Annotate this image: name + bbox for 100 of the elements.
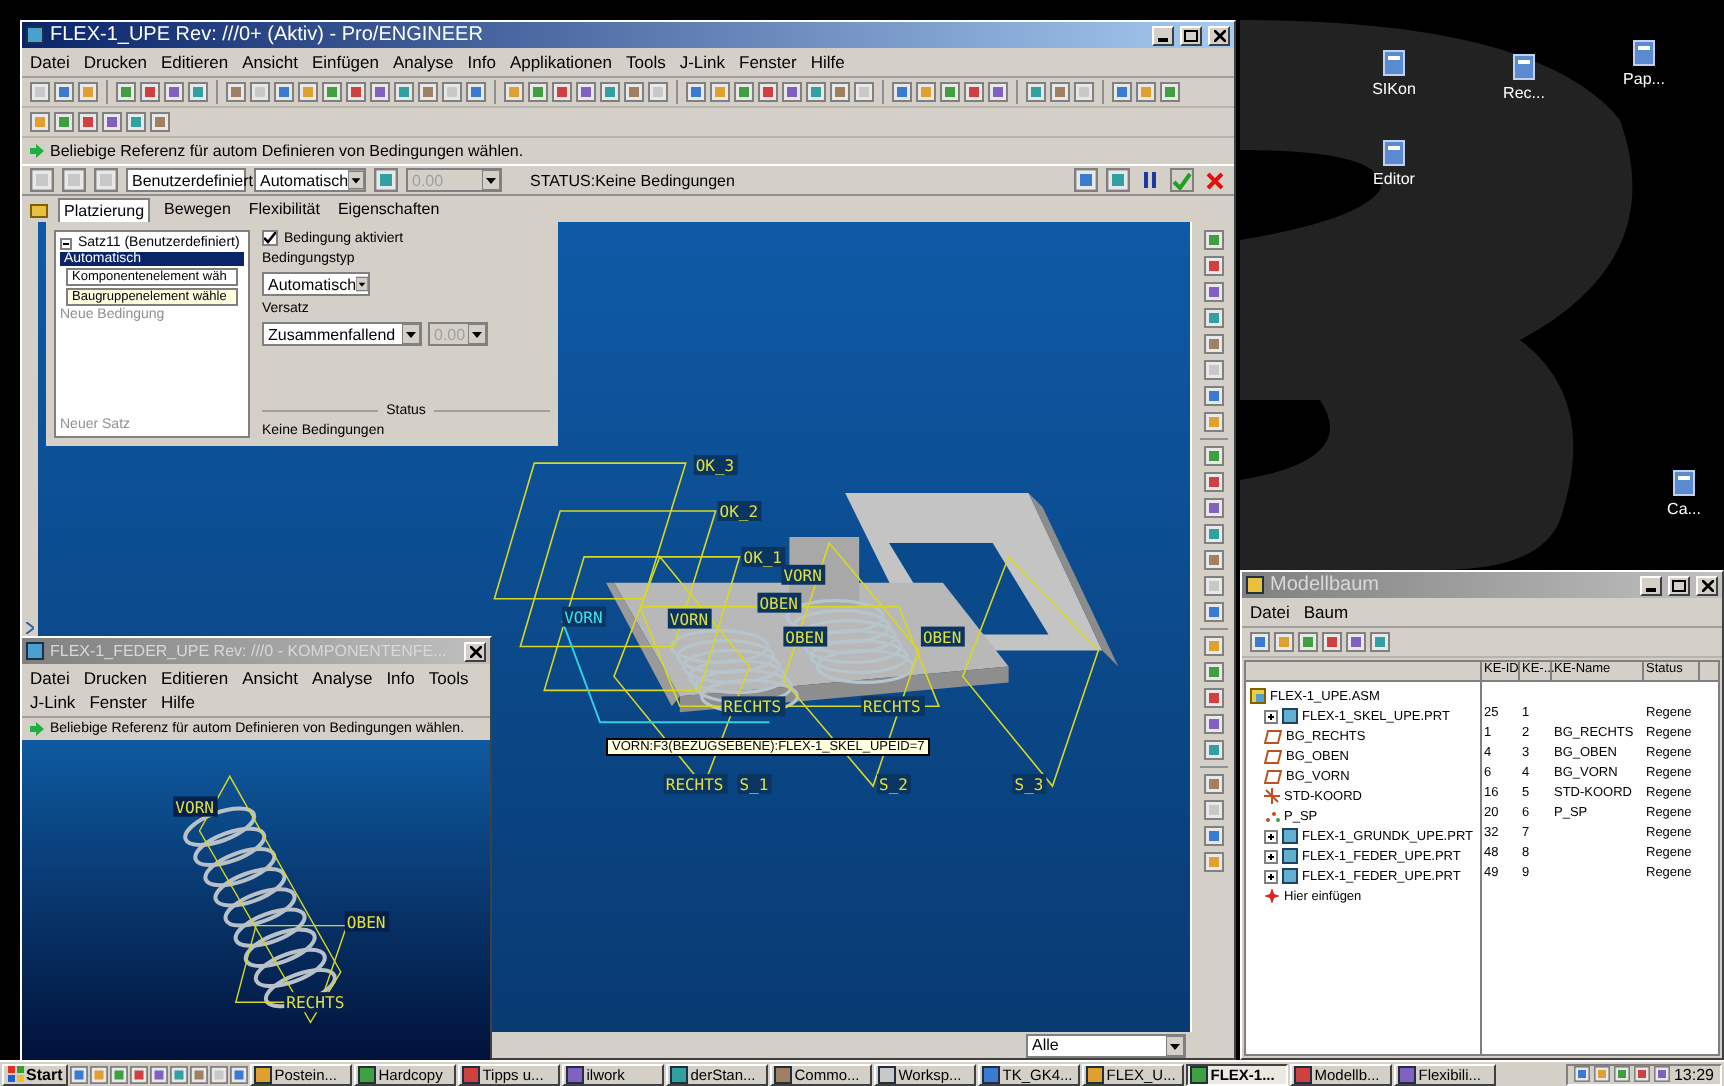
constraint-type-dropdown[interactable]: Automatisch <box>262 272 370 296</box>
window-icon <box>670 1065 689 1083</box>
file-icon[interactable] <box>1632 40 1656 66</box>
menu-item[interactable]: Ansicht <box>242 668 298 688</box>
menu-item[interactable]: Info <box>467 52 496 72</box>
datum-label: VORN <box>562 606 607 627</box>
file-icon[interactable] <box>1382 50 1406 76</box>
menu-item[interactable]: Applikationen <box>509 52 612 72</box>
maximize-button[interactable] <box>1180 25 1202 45</box>
caret-icon <box>402 324 420 344</box>
menu-item[interactable]: Fenster <box>739 52 797 72</box>
caret-icon <box>1166 1035 1184 1055</box>
pause-button[interactable] <box>1138 168 1162 192</box>
datum-label: VORN <box>173 796 218 817</box>
window-title: Modellbaum <box>1270 574 1381 596</box>
3d-viewport[interactable]: VORN OBEN RECHTS <box>22 740 490 1060</box>
desktop-icon-label[interactable]: Pap... <box>1623 70 1665 88</box>
minimize-button[interactable] <box>1640 575 1662 595</box>
desktop-icon-label[interactable]: Editor <box>1373 170 1415 188</box>
datum-label: RECHTS <box>663 774 728 795</box>
menu-item[interactable]: Datei <box>1250 602 1290 622</box>
menu-item[interactable]: Info <box>386 668 415 688</box>
part-icon <box>1282 708 1298 724</box>
file-icon[interactable] <box>1672 470 1696 496</box>
desktop-icon-label[interactable]: SIKon <box>1372 80 1416 98</box>
status-text: STATUS:Keine Bedingungen <box>530 171 737 189</box>
menu-item[interactable]: Analyse <box>311 668 373 688</box>
desktop-icon-label[interactable]: Rec... <box>1503 84 1545 102</box>
close-button[interactable] <box>464 641 486 661</box>
tool-icon[interactable] <box>30 168 54 192</box>
tab[interactable]: Flexibilität <box>244 198 324 220</box>
close-button[interactable] <box>1208 25 1230 45</box>
menu-item[interactable]: Hilfe <box>161 692 196 712</box>
filter-dropdown[interactable]: Alle <box>1026 1033 1186 1057</box>
close-icon <box>1213 29 1225 41</box>
desktop-icon-label[interactable]: Ca... <box>1667 500 1701 518</box>
menu-item[interactable]: Datei <box>30 52 70 72</box>
window-icon <box>982 1065 1001 1083</box>
tool-icon[interactable] <box>1074 168 1098 192</box>
menu-item[interactable]: Tools <box>428 668 469 688</box>
window-icon <box>26 642 44 660</box>
menu-item[interactable]: J-Link <box>30 692 76 712</box>
menu-item[interactable]: Editieren <box>161 668 229 688</box>
window-icon <box>774 1065 793 1083</box>
menu-item[interactable]: Datei <box>30 668 70 688</box>
menu-item[interactable]: Baum <box>1303 602 1349 622</box>
datum-label: OBEN <box>344 911 390 932</box>
close-button[interactable] <box>1696 575 1718 595</box>
constraint-dropdown[interactable]: Automatisch <box>254 168 366 192</box>
expand-icon[interactable] <box>1264 849 1278 863</box>
window-icon <box>254 1065 273 1083</box>
clock: 13:29 <box>1673 1065 1714 1083</box>
points-icon <box>1264 808 1280 824</box>
confirm-button[interactable] <box>1170 168 1194 192</box>
star-icon <box>1264 888 1280 904</box>
menu-item[interactable]: Fenster <box>89 692 148 712</box>
window-icon <box>462 1065 481 1083</box>
start-button[interactable]: Start <box>2 1063 69 1085</box>
datum-label: S_3 <box>1012 774 1047 795</box>
minimize-button[interactable] <box>1152 25 1174 45</box>
caret-icon <box>356 274 368 294</box>
checkbox[interactable] <box>262 230 278 246</box>
menu-item[interactable]: Analyse <box>393 52 454 72</box>
window-icon <box>566 1065 585 1083</box>
collapse-icon[interactable] <box>60 237 72 249</box>
window-icon <box>1190 1065 1209 1083</box>
window-title: FLEX-1_UPE Rev: ///0+ (Aktiv) - Pro/ENGINEER <box>50 24 485 46</box>
menu-item[interactable]: Ansicht <box>242 52 298 72</box>
tool-icon[interactable] <box>374 168 398 192</box>
windows-logo-icon <box>8 1066 24 1082</box>
menu-item[interactable]: Tools <box>625 52 666 72</box>
tool-icon[interactable] <box>1106 168 1130 192</box>
window-icon <box>1086 1065 1105 1083</box>
tab[interactable]: Eigenschaften <box>333 198 444 220</box>
menu-item[interactable]: J-Link <box>679 52 726 72</box>
maximize-button[interactable] <box>1668 575 1690 595</box>
menu-item[interactable]: Drucken <box>83 668 147 688</box>
expand-icon[interactable] <box>1264 829 1278 843</box>
file-icon[interactable] <box>1512 54 1536 80</box>
tool-icon[interactable] <box>94 168 118 192</box>
offset-dropdown[interactable]: Zusammenfallend <box>262 322 422 346</box>
tab[interactable]: Bewegen <box>160 198 235 220</box>
window-icon <box>1246 576 1264 594</box>
file-icon[interactable] <box>1382 140 1406 166</box>
datum-label: VORN <box>781 564 826 585</box>
datum-label: RECHTS <box>284 992 349 1013</box>
tool-icon[interactable] <box>62 168 86 192</box>
menu-item[interactable]: Hilfe <box>810 52 845 72</box>
menu-item[interactable]: Editieren <box>161 52 229 72</box>
window-icon <box>26 26 44 44</box>
expand-icon[interactable] <box>1264 869 1278 883</box>
cancel-button[interactable] <box>1202 168 1226 192</box>
chevron-icon[interactable] <box>26 621 34 633</box>
arrow-icon <box>30 144 44 158</box>
tab[interactable]: Platzierung <box>58 197 151 221</box>
menu-item[interactable]: Einfügen <box>311 52 379 72</box>
caret-icon <box>348 170 364 190</box>
expand-icon[interactable] <box>1264 709 1278 723</box>
datum-label: OK_2 <box>717 501 762 521</box>
menu-item[interactable]: Drucken <box>83 52 147 72</box>
